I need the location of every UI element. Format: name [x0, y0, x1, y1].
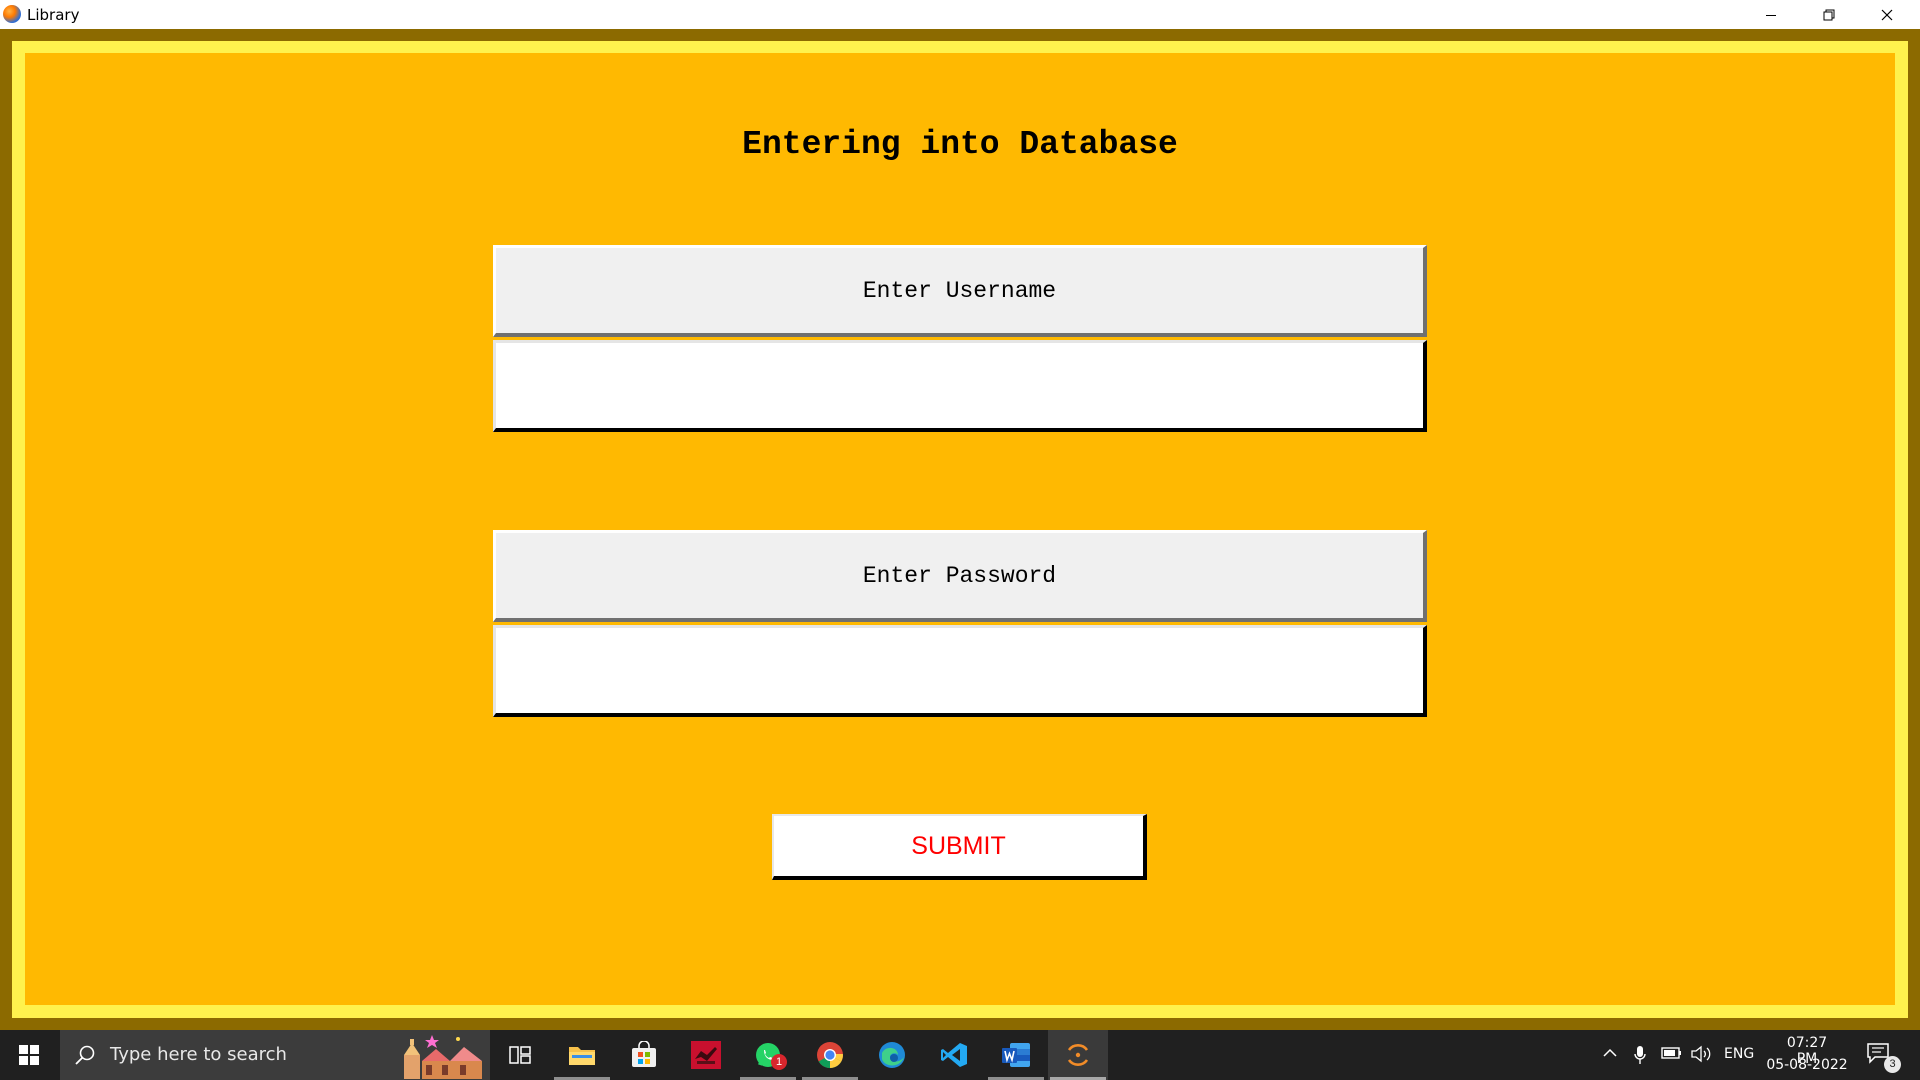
username-label: Enter Username: [493, 245, 1427, 337]
minimize-button[interactable]: [1742, 0, 1800, 29]
title-bar: Library: [0, 0, 1920, 29]
red-app-icon: [691, 1041, 721, 1069]
library-app-icon: [1067, 1044, 1089, 1066]
tray-microphone[interactable]: [1633, 1045, 1647, 1065]
taskbar-file-explorer[interactable]: [552, 1030, 612, 1080]
battery-icon: [1661, 1047, 1681, 1059]
taskbar-edge[interactable]: [862, 1030, 922, 1080]
notification-count-badge: 3: [1884, 1056, 1901, 1073]
chrome-icon: [817, 1042, 843, 1069]
close-icon: [1881, 9, 1893, 20]
password-label: Enter Password: [493, 530, 1427, 622]
taskbar-vscode[interactable]: [924, 1030, 984, 1080]
taskbar: Type here to search 1 ENG 07:27 PM 05-08…: [0, 1030, 1920, 1080]
microphone-icon: [1634, 1046, 1646, 1064]
windows-icon: [19, 1045, 39, 1065]
taskbar-microsoft-store[interactable]: [614, 1030, 674, 1080]
username-input[interactable]: [493, 340, 1427, 432]
tray-volume[interactable]: [1690, 1045, 1712, 1063]
file-explorer-icon: [569, 1047, 595, 1065]
word-icon: [1002, 1043, 1030, 1067]
microsoft-store-icon: [632, 1041, 656, 1067]
library-app-icon: [3, 5, 21, 23]
minimize-icon: [1766, 14, 1776, 16]
edge-icon: [879, 1042, 905, 1068]
password-input[interactable]: [493, 625, 1427, 717]
tray-clock-date[interactable]: 05-08-2022: [1764, 1057, 1850, 1073]
volume-icon: [1691, 1045, 1711, 1063]
search-placeholder: Type here to search: [110, 1044, 287, 1065]
taskbar-whatsapp[interactable]: 1: [738, 1030, 798, 1080]
restore-icon: [1823, 9, 1835, 20]
taskbar-red-app[interactable]: [676, 1030, 736, 1080]
taskbar-task-view[interactable]: [490, 1030, 550, 1080]
close-button[interactable]: [1858, 0, 1916, 29]
tray-overflow-button[interactable]: [1602, 1045, 1618, 1061]
taskbar-word[interactable]: [986, 1030, 1046, 1080]
chevron-up-icon: [1603, 1048, 1617, 1057]
taskbar-chrome[interactable]: [800, 1030, 860, 1080]
submit-button[interactable]: SUBMIT: [772, 814, 1147, 880]
tray-battery[interactable]: [1660, 1045, 1682, 1061]
window-title: Library: [27, 6, 80, 24]
page-title: Entering into Database: [742, 126, 1178, 163]
restore-button[interactable]: [1800, 0, 1858, 29]
whatsapp-unread-badge: 1: [771, 1054, 787, 1070]
tray-language[interactable]: ENG: [1724, 1046, 1754, 1062]
search-highlight-illustration-icon: [404, 1035, 482, 1079]
task-view-icon: [509, 1046, 531, 1064]
vscode-icon: [941, 1043, 967, 1067]
taskbar-library-app[interactable]: [1048, 1030, 1108, 1080]
start-button[interactable]: [0, 1030, 58, 1080]
search-icon: [75, 1045, 95, 1065]
taskbar-search-box[interactable]: Type here to search: [60, 1030, 490, 1080]
